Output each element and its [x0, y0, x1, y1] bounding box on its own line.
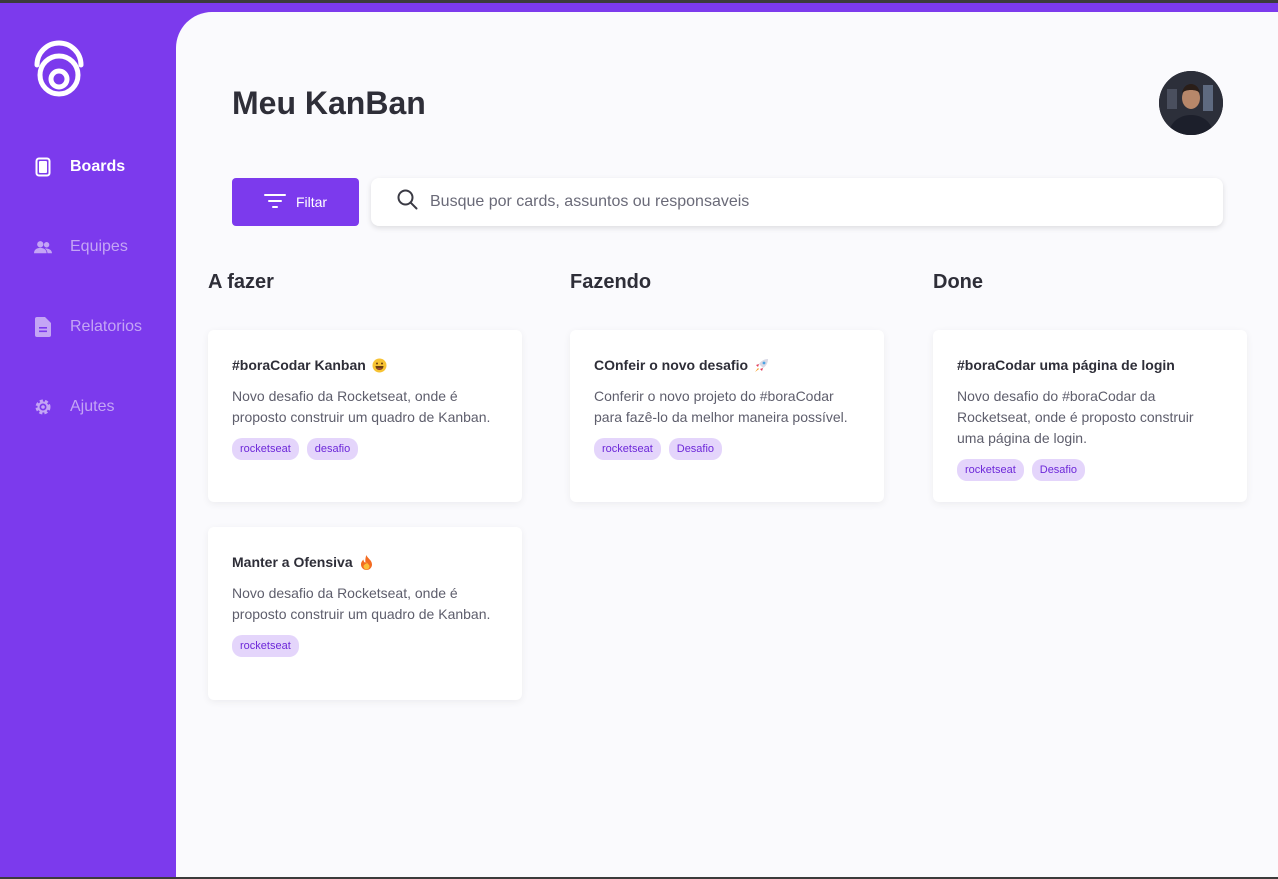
card-description: Novo desafio do #boraCodar da Rocketseat…	[957, 388, 1194, 446]
card-tags: rocketseat Desafio	[594, 438, 860, 460]
card-tags: rocketseat Desafio	[957, 459, 1223, 481]
search-bar[interactable]	[371, 178, 1223, 226]
filter-button-label: Filtar	[295, 194, 328, 210]
sidebar-item-ajutes[interactable]: Ajutes	[34, 393, 114, 421]
search-input[interactable]	[430, 182, 1223, 222]
card-title: #boraCodar Kanban	[232, 356, 498, 374]
rocket-icon	[754, 358, 769, 373]
kanban-card[interactable]: #boraCodar uma página de login Novo desa…	[933, 330, 1247, 502]
card-title: #boraCodar uma página de login	[957, 357, 1175, 373]
kanban-column-a-fazer: A fazer #boraCodar Kanban Novo desafio d…	[208, 270, 522, 700]
tag[interactable]: rocketseat	[232, 635, 299, 657]
sidebar-item-label: Equipes	[70, 238, 128, 255]
card-title: Manter a Ofensiva	[232, 553, 498, 571]
tablet-icon	[34, 157, 52, 177]
grinning-face-icon	[372, 358, 387, 373]
sidebar-item-relatorios[interactable]: Relatorios	[34, 313, 142, 341]
tag[interactable]: rocketseat	[957, 459, 1024, 481]
avatar[interactable]	[1159, 71, 1223, 135]
tag[interactable]: desafio	[306, 438, 359, 460]
card-tags: rocketseat desafio	[232, 438, 498, 460]
kanban-card[interactable]: Manter a Ofensiva Novo desafio da Rocket…	[208, 527, 522, 700]
document-icon	[34, 317, 52, 337]
sidebar-item-equipes[interactable]: Equipes	[34, 233, 128, 261]
tag[interactable]: rocketseat	[232, 438, 299, 460]
card-description: Novo desafio da Rocketseat, onde é propo…	[232, 585, 491, 622]
tag[interactable]: rocketseat	[594, 438, 661, 460]
fire-icon	[359, 554, 374, 570]
column-title: A fazer	[208, 271, 274, 293]
card-description: Novo desafio da Rocketseat, onde é propo…	[232, 388, 491, 425]
sidebar: Boards Equipes Relatorios Ajutes	[0, 3, 176, 877]
search-icon	[397, 189, 418, 215]
window-top-border	[0, 0, 1278, 3]
app-logo-icon[interactable]	[33, 35, 85, 97]
sidebar-item-label: Ajutes	[70, 398, 115, 415]
kanban-column-fazendo: Fazendo COnfeir o novo desafio Conferir …	[570, 270, 884, 502]
tag[interactable]: Desafio	[1031, 459, 1086, 481]
kanban-column-done: Done #boraCodar uma página de login Novo…	[933, 270, 1247, 502]
column-title: Fazendo	[570, 271, 652, 293]
card-tags: rocketseat	[232, 635, 498, 657]
kanban-card[interactable]: COnfeir o novo desafio Conferir o novo p…	[570, 330, 884, 502]
users-icon	[34, 237, 52, 257]
kanban-card[interactable]: #boraCodar Kanban Novo desafio da Rocket…	[208, 330, 522, 502]
page-title: Meu KanBan	[232, 85, 426, 121]
card-title: COnfeir o novo desafio	[594, 356, 860, 374]
sidebar-item-label: Relatorios	[70, 318, 143, 335]
sidebar-item-label: Boards	[70, 158, 126, 175]
sidebar-item-boards[interactable]: Boards	[34, 153, 125, 181]
filter-button[interactable]: Filtar	[232, 178, 359, 226]
column-title: Done	[933, 271, 983, 293]
card-description: Conferir o novo projeto do #boraCodar pa…	[594, 388, 848, 425]
gear-icon	[34, 397, 52, 417]
filter-icon	[263, 193, 286, 211]
tag[interactable]: Desafio	[668, 438, 723, 460]
